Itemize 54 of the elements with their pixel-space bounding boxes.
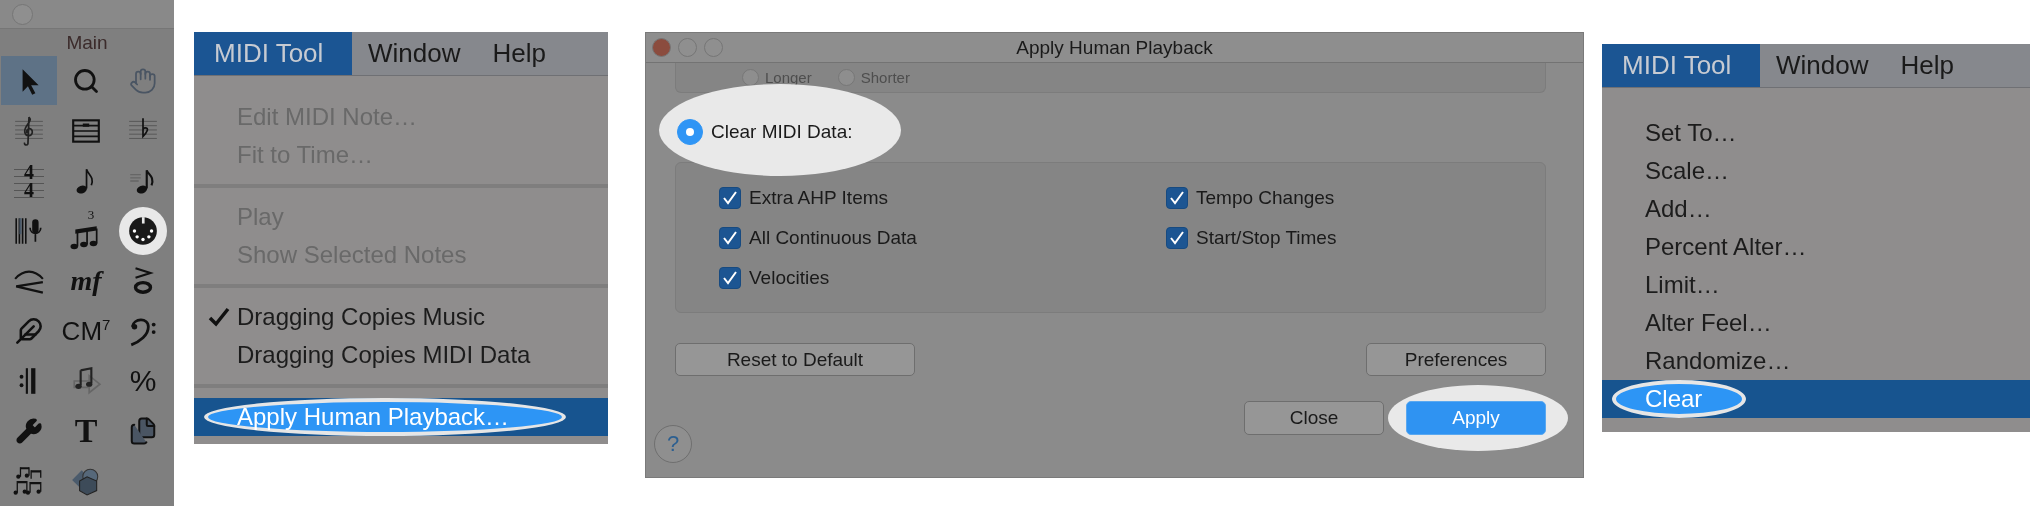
menu-title[interactable]: Help <box>476 32 562 75</box>
checkbox[interactable] <box>1166 227 1188 249</box>
treble-clef-icon <box>13 114 45 147</box>
search-icon <box>72 66 100 95</box>
default-button[interactable]: Apply <box>1406 401 1546 435</box>
menu-title[interactable]: MIDI Tool <box>1602 44 1760 87</box>
checkbox[interactable] <box>719 227 741 249</box>
wrench-icon <box>15 416 43 445</box>
palette-title: Main <box>66 31 108 55</box>
dialog-title: Apply Human Playback <box>1016 36 1213 59</box>
note-arrow-icon <box>70 364 102 397</box>
menu-title[interactable]: Window <box>352 32 477 75</box>
time-signature: 4 4 <box>14 162 44 199</box>
radio-label: Clear MIDI Data: <box>711 121 853 143</box>
menu-item[interactable]: Randomize… <box>1602 342 2030 380</box>
checkbox-label: All Continuous Data <box>749 227 917 249</box>
menu-title[interactable]: Help <box>1884 44 1970 87</box>
checkbox[interactable] <box>719 267 741 289</box>
menu-title[interactable]: MIDI Tool <box>194 32 352 75</box>
quill-icon <box>15 316 43 345</box>
menu-item[interactable]: Apply Human Playback… <box>194 398 608 436</box>
menu-item[interactable]: Dragging Copies MIDI Data <box>194 336 608 374</box>
menu-title[interactable]: Window <box>1760 44 1885 87</box>
triplet-number: 3 <box>87 208 95 221</box>
checkbox-label: Start/Stop Times <box>1196 227 1337 249</box>
push-button[interactable]: Reset to Default <box>675 343 915 376</box>
tool-button[interactable]: T <box>58 406 114 455</box>
menu-item[interactable]: Alter Feel… <box>1602 304 2030 342</box>
push-button[interactable]: Close <box>1244 401 1384 435</box>
percent-sign: % <box>129 365 157 396</box>
tool-button[interactable]: mf <box>58 256 114 305</box>
tool-button[interactable]: 4 4 <box>1 156 57 205</box>
menu-item[interactable]: Set To… <box>1602 114 2030 152</box>
push-button[interactable]: Preferences <box>1366 343 1546 376</box>
chord-symbol: CM$^{7}$ <box>61 317 111 344</box>
menu-item[interactable]: Dragging Copies Music <box>194 298 608 336</box>
tool-button[interactable]: % <box>115 356 171 405</box>
checkbox[interactable] <box>719 187 741 209</box>
hand-icon <box>129 66 157 95</box>
checkbox-label: Extra AHP Items <box>749 187 889 209</box>
checkbox-label: Tempo Changes <box>1196 187 1335 209</box>
text-tool-letter: T <box>74 413 98 448</box>
tool-button[interactable]: 3 <box>58 206 114 255</box>
menu-item[interactable]: Percent Alter… <box>1602 228 2030 266</box>
tool-button[interactable]: CM$^{7}$ <box>58 306 114 355</box>
menu-item[interactable]: Clear <box>1602 380 2030 418</box>
pages-icon <box>128 415 158 446</box>
checkbox-label: Velocities <box>749 267 830 289</box>
menu-item[interactable]: Limit… <box>1602 266 2030 304</box>
dynamic-marking: mf <box>70 266 102 295</box>
menu-item[interactable]: Add… <box>1602 190 2030 228</box>
midi-connector-icon <box>127 214 159 247</box>
checkbox[interactable] <box>1166 187 1188 209</box>
menu-item[interactable]: Scale… <box>1602 152 2030 190</box>
